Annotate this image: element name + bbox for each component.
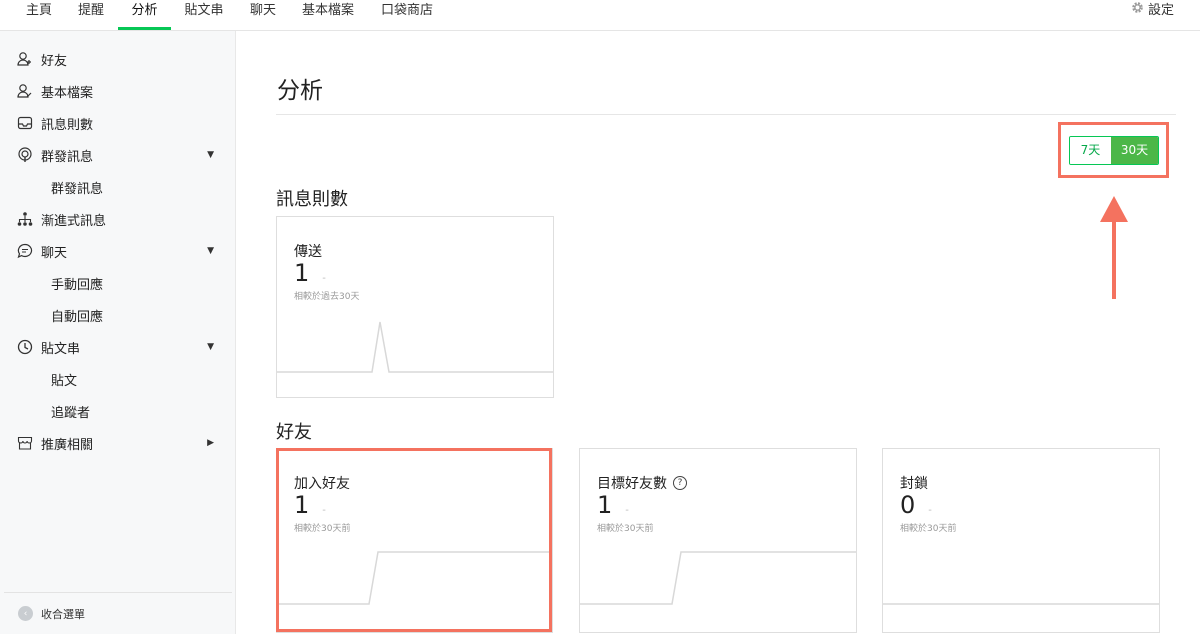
sidebar-item-broadcast[interactable]: 群發訊息 ▼	[0, 141, 236, 169]
annotation-highlight-box	[1058, 122, 1169, 178]
tab-analytics[interactable]: 分析	[118, 0, 171, 30]
sparkline	[277, 321, 553, 373]
metric-compare-text: 相較於30天前	[597, 524, 654, 534]
sidebar-subitem-broadcast[interactable]: 群發訊息	[0, 173, 236, 201]
friend-icon	[17, 51, 33, 67]
chevron-left-icon: ‹	[18, 606, 33, 621]
page-title: 分析	[277, 78, 323, 104]
metric-value: 0-	[900, 491, 932, 519]
sidebar-item-label: 貼文串	[41, 341, 81, 357]
chevron-down-icon[interactable]: ▼	[207, 342, 214, 352]
tab-profile[interactable]: 基本檔案	[292, 0, 364, 30]
title-divider	[276, 114, 1176, 115]
sidebar: 好友 基本檔案 訊息則數 群發訊息 ▼ 群發訊息 漸進式訊息 聊天 ▼ 手動回應…	[0, 31, 236, 634]
chat-bubble-icon	[17, 243, 33, 259]
sidebar-item-label: 群發訊息	[51, 181, 104, 197]
tab-home[interactable]: 主頁	[16, 0, 62, 30]
sparkline	[883, 603, 1159, 605]
sidebar-item-chat[interactable]: 聊天 ▼	[0, 237, 236, 265]
sidebar-item-label: 訊息則數	[41, 117, 94, 133]
sidebar-item-label: 貼文	[51, 373, 78, 389]
main-content: 分析 7天 30天 訊息則數 傳送 1- 相較於過去30天 好友 加入好友 1-…	[236, 31, 1200, 634]
tab-timeline[interactable]: 貼文串	[176, 0, 232, 30]
sidebar-item-message-count[interactable]: 訊息則數	[0, 109, 236, 137]
sidebar-item-label: 手動回應	[51, 277, 104, 293]
metric-compare-text: 相較於過去30天	[294, 292, 360, 302]
profile-icon	[17, 83, 33, 99]
metric-title: 加入好友	[294, 476, 350, 492]
broadcast-icon	[17, 147, 33, 163]
inbox-icon	[17, 115, 33, 131]
section-title-friends: 好友	[276, 422, 312, 443]
sidebar-subitem-followers[interactable]: 追蹤者	[0, 397, 236, 425]
settings-label: 設定	[1147, 3, 1174, 18]
metric-compare-text: 相較於30天前	[294, 524, 351, 534]
sidebar-item-label: 推廣相關	[41, 437, 94, 453]
metric-value: 1-	[597, 491, 629, 519]
sidebar-item-profile[interactable]: 基本檔案	[0, 77, 236, 105]
sidebar-item-label: 群發訊息	[41, 149, 94, 165]
chevron-right-icon[interactable]: ▶	[207, 438, 214, 448]
metric-title: 傳送	[294, 244, 322, 260]
clock-icon	[17, 339, 33, 355]
metric-card-sent: 傳送 1- 相較於過去30天	[276, 216, 554, 398]
sidebar-subitem-posts[interactable]: 貼文	[0, 365, 236, 393]
metric-card-friend-adds: 加入好友 1- 相較於30天前	[276, 448, 553, 633]
metric-value: 1-	[294, 259, 326, 287]
sidebar-item-promotion[interactable]: 推廣相關 ▶	[0, 429, 236, 457]
tab-chat[interactable]: 聊天	[240, 0, 286, 30]
settings-button[interactable]: 設定	[1131, 0, 1174, 22]
sidebar-item-label: 漸進式訊息	[41, 213, 107, 229]
chevron-down-icon[interactable]: ▼	[207, 150, 214, 160]
sidebar-item-label: 好友	[41, 53, 68, 69]
question-circle-icon[interactable]: ?	[673, 476, 687, 490]
metric-title: 封鎖	[900, 476, 928, 492]
metric-value: 1-	[294, 491, 326, 519]
annotation-arrow-shaft	[1112, 219, 1116, 299]
sparkline	[277, 551, 552, 605]
store-icon	[17, 435, 33, 451]
sidebar-item-label: 自動回應	[51, 309, 104, 325]
sidebar-item-friends[interactable]: 好友	[0, 45, 236, 73]
sidebar-subitem-auto-reply[interactable]: 自動回應	[0, 301, 236, 329]
gear-icon	[1131, 0, 1144, 22]
collapse-menu-label: 收合選單	[41, 607, 85, 621]
metric-card-blocks: 封鎖 0- 相較於30天前	[882, 448, 1160, 633]
sidebar-item-label: 聊天	[41, 245, 68, 261]
tab-pocket-shop[interactable]: 口袋商店	[372, 0, 442, 30]
sidebar-item-step-messages[interactable]: 漸進式訊息	[0, 205, 236, 233]
metric-title: 目標好友數?	[597, 473, 687, 493]
sidebar-subitem-manual-reply[interactable]: 手動回應	[0, 269, 236, 297]
sidebar-item-timeline[interactable]: 貼文串 ▼	[0, 333, 236, 361]
top-navigation: 主頁 提醒 分析 貼文串 聊天 基本檔案 口袋商店 設定	[0, 0, 1200, 31]
metric-card-target-reach: 目標好友數? 1- 相較於30天前	[579, 448, 857, 633]
tab-notifications[interactable]: 提醒	[68, 0, 114, 30]
sidebar-item-label: 基本檔案	[41, 85, 94, 101]
metric-compare-text: 相較於30天前	[900, 524, 957, 534]
sparkline	[580, 551, 856, 605]
sidebar-item-label: 追蹤者	[51, 405, 91, 421]
collapse-menu-button[interactable]: ‹ 收合選單	[4, 592, 232, 634]
section-title-messages: 訊息則數	[276, 189, 348, 210]
hierarchy-icon	[17, 211, 33, 227]
chevron-down-icon[interactable]: ▼	[207, 246, 214, 256]
